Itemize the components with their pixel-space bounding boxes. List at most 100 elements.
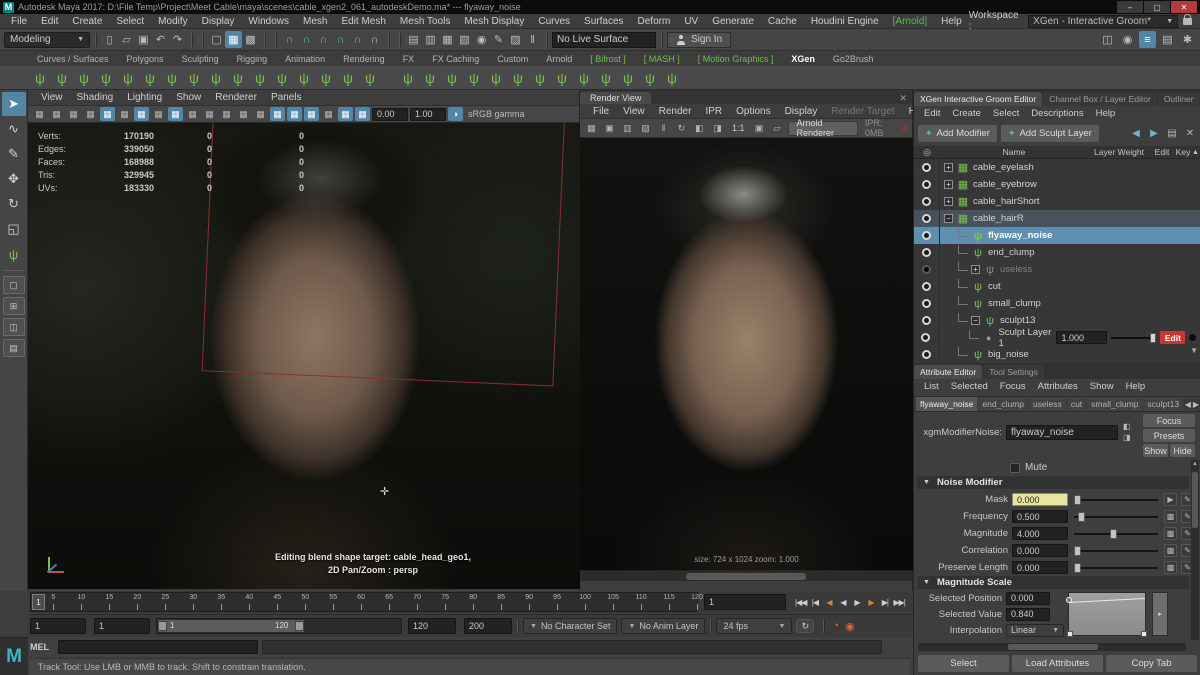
tree-item-cut[interactable]: ψ cut: [914, 278, 1200, 295]
param-slider-mask[interactable]: [1073, 494, 1158, 505]
ae-menu-selected[interactable]: Selected: [945, 381, 994, 392]
groom-menu-create[interactable]: Create: [946, 108, 987, 119]
shelf-tab-arnold[interactable]: Arnold: [537, 54, 581, 64]
menu-file[interactable]: File: [4, 16, 34, 27]
interpolation-dropdown[interactable]: Linear ▼: [1006, 623, 1064, 637]
menu-surfaces[interactable]: Surfaces: [577, 16, 630, 27]
node-history-back-icon[interactable]: ◧: [1123, 422, 1131, 431]
xgen-shelf-icon[interactable]: ψ: [360, 68, 380, 88]
panel-tab-outliner[interactable]: Outliner: [1157, 92, 1200, 106]
menu-set-selector[interactable]: Modeling ▼: [4, 31, 90, 48]
2d-pan-zoom-icon[interactable]: ▦: [100, 107, 115, 121]
node-tab-small-clump[interactable]: small_clump: [1087, 397, 1143, 411]
step-forward-frame-button[interactable]: ▶: [864, 595, 877, 609]
xgen-shelf-icon[interactable]: ψ: [30, 68, 50, 88]
scrollbar-thumb[interactable]: [1008, 644, 1098, 650]
copy-tab-button[interactable]: Copy Tab: [1106, 655, 1197, 672]
node-tab-sculpt13[interactable]: sculpt13: [1143, 397, 1184, 411]
ae-menu-help[interactable]: Help: [1120, 381, 1152, 392]
shelf-tab-curves-surfaces[interactable]: Curves / Surfaces: [28, 54, 118, 64]
xgen-preset-shelf-icon[interactable]: ψ: [618, 68, 638, 88]
animation-preferences-icon[interactable]: ◔: [832, 620, 839, 632]
mel-output-field[interactable]: [262, 640, 882, 654]
camera-attributes-icon[interactable]: ▦: [49, 107, 64, 121]
scroll-left-icon[interactable]: ◀: [1185, 400, 1191, 409]
fps-dropdown[interactable]: 24 fps ▼: [716, 618, 793, 634]
menu-display[interactable]: Display: [195, 16, 242, 27]
bookmark-icon[interactable]: ▦: [66, 107, 81, 121]
render-view-icon[interactable]: ▦: [439, 31, 456, 48]
ae-menu-focus[interactable]: Focus: [994, 381, 1032, 392]
ae-tab-tool-settings[interactable]: Tool Settings: [983, 365, 1044, 379]
viewport-menu-view[interactable]: View: [34, 92, 70, 103]
tree-item-big-noise[interactable]: ψ big_noise: [914, 346, 1200, 363]
shelf-tab-rigging[interactable]: Rigging: [228, 54, 277, 64]
menu-houdini-engine[interactable]: Houdini Engine: [804, 16, 886, 27]
shelf-tab-fx[interactable]: FX: [394, 54, 424, 64]
render-icon[interactable]: ▦: [584, 121, 599, 135]
node-tab-end-clump[interactable]: end_clump: [978, 397, 1028, 411]
ipr-render-icon[interactable]: ▨: [638, 121, 653, 135]
tree-item-cable-eyelash[interactable]: + ▦ cable_eyelash: [914, 159, 1200, 176]
shadows-icon[interactable]: ▦: [321, 107, 336, 121]
make-live-icon[interactable]: ∩: [366, 31, 383, 48]
xgen-shelf-icon[interactable]: ψ: [74, 68, 94, 88]
param-field-magnitude[interactable]: 4.000: [1012, 527, 1068, 540]
render-view-tab[interactable]: Render View: [580, 92, 652, 104]
ae-menu-attributes[interactable]: Attributes: [1032, 381, 1084, 392]
playback-loop-icon[interactable]: ↻: [796, 619, 815, 633]
current-frame-field[interactable]: 1: [704, 594, 786, 610]
workspace-selector[interactable]: XGen - Interactive Groom* ▼: [1028, 14, 1179, 28]
sort-arrow-icon[interactable]: ▲: [1192, 149, 1199, 156]
visibility-toggle[interactable]: [914, 278, 940, 295]
select-button[interactable]: Select: [918, 655, 1009, 672]
visibility-toggle[interactable]: [914, 244, 940, 261]
textured-icon[interactable]: ▦: [287, 107, 302, 121]
menu-create[interactable]: Create: [65, 16, 109, 27]
shelf-tab-fx-caching[interactable]: FX Caching: [423, 54, 488, 64]
edit-column-header[interactable]: Edit: [1150, 147, 1174, 157]
xgen-preset-shelf-icon[interactable]: ψ: [508, 68, 528, 88]
lasso-select-tool[interactable]: ∿: [2, 117, 26, 141]
menu-mesh[interactable]: Mesh: [296, 16, 334, 27]
xgen-preset-shelf-icon[interactable]: ψ: [398, 68, 418, 88]
render-menu-render[interactable]: Render: [652, 106, 699, 117]
attr-vscrollbar[interactable]: ▲: [1191, 460, 1199, 640]
panel-close-icon[interactable]: ✕: [894, 93, 912, 104]
noise-modifier-section-header[interactable]: ▼ Noise Modifier: [917, 476, 1189, 489]
gate-mask-icon[interactable]: ▦: [185, 107, 200, 121]
xgen-shelf-icon[interactable]: ψ: [140, 68, 160, 88]
layer-weight-column-header[interactable]: Layer Weight: [1088, 147, 1150, 157]
animation-end-field[interactable]: 200: [464, 618, 512, 634]
xgen-shelf-icon[interactable]: ψ: [272, 68, 292, 88]
ae-tab-attribute-editor[interactable]: Attribute Editor: [914, 365, 983, 379]
film-gate-icon[interactable]: ▦: [151, 107, 166, 121]
animation-start-field[interactable]: 1: [30, 618, 86, 634]
open-image-icon[interactable]: ▱: [770, 121, 785, 135]
visibility-toggle[interactable]: [914, 193, 940, 210]
layer-weight-field[interactable]: 1.000: [1056, 331, 1107, 344]
panel-tab-channel-box-layer-editor[interactable]: Channel Box / Layer Editor: [1043, 92, 1157, 106]
time-slider[interactable]: 1 5 10 15 20 25 30 35 40 45 50 55 60 65 70 75 80 85 90 95 1…: [30, 592, 703, 612]
keep-image-icon[interactable]: ▣: [752, 121, 767, 135]
mag-field-selected-value[interactable]: 0.840: [1006, 607, 1050, 621]
image-plane-icon[interactable]: ▦: [83, 107, 98, 121]
tree-item-small-clump[interactable]: ψ small_clump: [914, 295, 1200, 312]
light-editor-icon[interactable]: ◉: [473, 31, 490, 48]
groom-menu-select[interactable]: Select: [987, 108, 1025, 119]
load-attributes-button[interactable]: Load Attributes: [1012, 655, 1103, 672]
xgen-preset-shelf-icon[interactable]: ψ: [420, 68, 440, 88]
render-menu-file[interactable]: File: [586, 106, 616, 117]
four-pane-layout[interactable]: ⊞: [2, 297, 25, 315]
hypershade-icon[interactable]: ▥: [422, 31, 439, 48]
tool-settings-icon[interactable]: ✱: [1179, 31, 1196, 48]
slider-handle[interactable]: [1077, 511, 1085, 522]
ramp-corner-handle-right[interactable]: [1141, 631, 1147, 637]
viewport-menu-renderer[interactable]: Renderer: [208, 92, 264, 103]
viewport-menu-shading[interactable]: Shading: [70, 92, 121, 103]
connection-arrow-icon[interactable]: ▶: [1164, 493, 1177, 506]
snapshot-icon[interactable]: ▥: [620, 121, 635, 135]
menu-help[interactable]: Help: [934, 16, 969, 27]
safe-title-icon[interactable]: ▦: [236, 107, 251, 121]
xgen-preset-shelf-icon[interactable]: ψ: [552, 68, 572, 88]
